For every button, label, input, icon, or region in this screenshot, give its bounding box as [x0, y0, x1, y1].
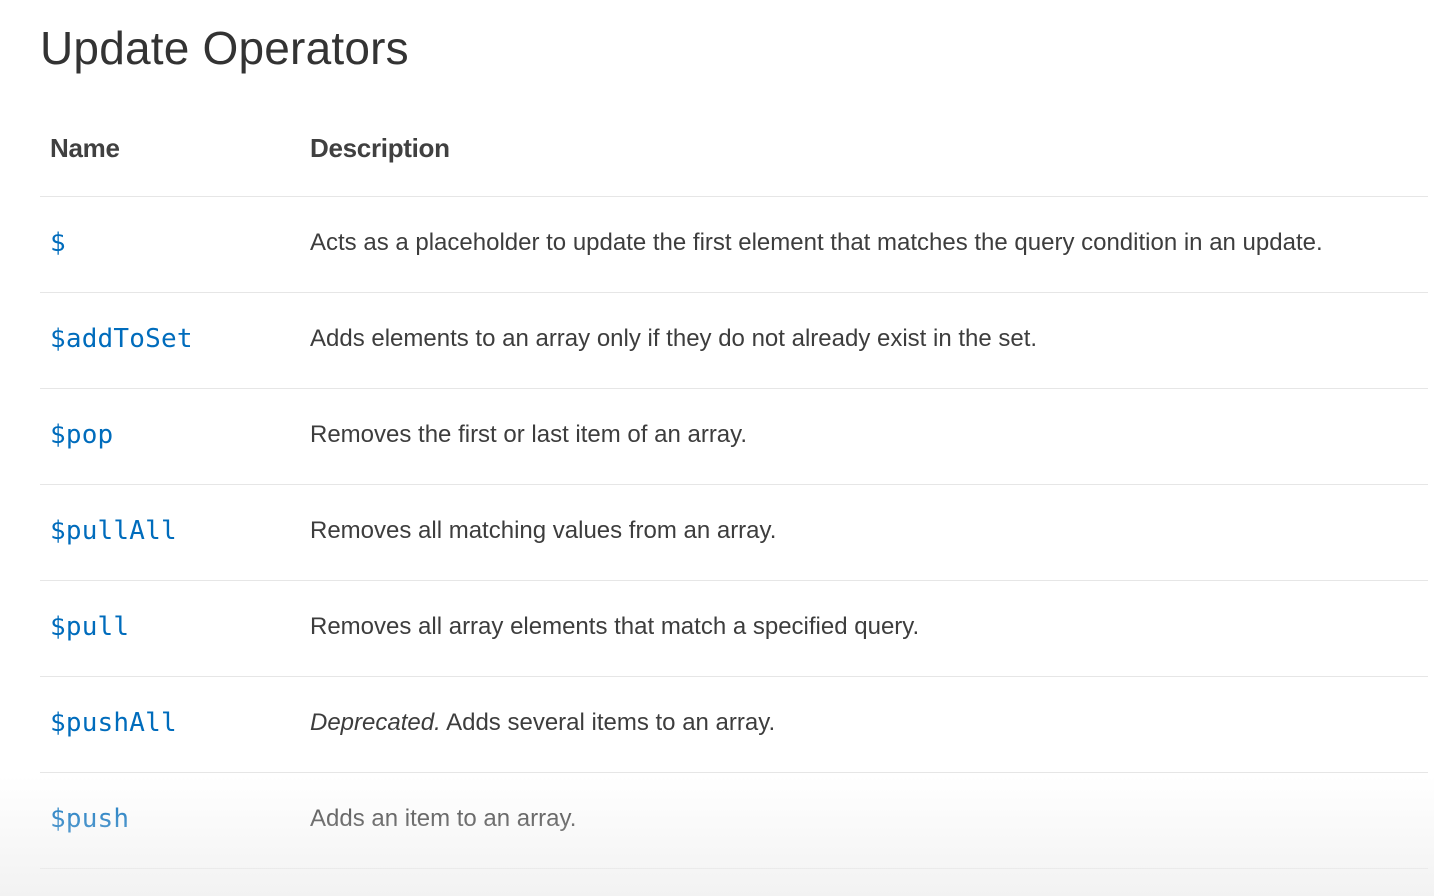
operator-link-addtoset[interactable]: $addToSet [50, 324, 193, 354]
operator-description-cell: Adds an item to an array. [300, 772, 1428, 869]
operator-description: Removes the first or last item of an arr… [310, 421, 748, 448]
operator-link-pullall[interactable]: $pullAll [50, 516, 177, 546]
table-row: $push Adds an item to an array. [40, 772, 1428, 869]
operator-link-positional[interactable]: $ [50, 228, 66, 258]
operator-name-cell: $pullAll [40, 484, 300, 581]
operator-name-cell: $ [40, 196, 300, 293]
operator-description-cell: Removes all matching values from an arra… [300, 484, 1428, 581]
operator-description-cell: Removes the first or last item of an arr… [300, 388, 1428, 485]
column-header-name: Name [40, 101, 300, 197]
operator-name-cell: $pop [40, 388, 300, 485]
table-header-row: Name Description [40, 101, 1428, 197]
operator-description: Acts as a placeholder to update the firs… [310, 229, 1323, 256]
deprecated-label: Deprecated. [310, 709, 441, 736]
operator-link-pushall[interactable]: $pushAll [50, 708, 177, 738]
operator-name-cell: $addToSet [40, 292, 300, 389]
table-row: $pullAll Removes all matching values fro… [40, 484, 1428, 581]
operator-description-cell: Adds elements to an array only if they d… [300, 292, 1428, 389]
column-header-description: Description [300, 101, 1428, 197]
operator-description: Adds several items to an array. [440, 709, 776, 736]
operator-description-cell: Deprecated. Adds several items to an arr… [300, 676, 1428, 773]
operator-description-cell: Acts as a placeholder to update the firs… [300, 196, 1428, 293]
table-row: $ Acts as a placeholder to update the fi… [40, 196, 1428, 293]
page-title: Update Operators [40, 22, 409, 74]
operator-link-pop[interactable]: $pop [50, 420, 113, 450]
operator-link-pull[interactable]: $pull [50, 612, 129, 642]
operator-description: Adds elements to an array only if they d… [310, 325, 1038, 352]
operator-link-push[interactable]: $push [50, 804, 129, 834]
operator-name-cell: $pushAll [40, 676, 300, 773]
table-row: $pushAll Deprecated. Adds several items … [40, 676, 1428, 773]
operator-description: Adds an item to an array. [310, 805, 577, 832]
table-row: $pull Removes all array elements that ma… [40, 580, 1428, 677]
operator-name-cell: $pull [40, 580, 300, 677]
operator-description-cell: Removes all array elements that match a … [300, 580, 1428, 677]
operator-name-cell: $push [40, 772, 300, 869]
table-row: $pop Removes the first or last item of a… [40, 388, 1428, 485]
operator-description: Removes all array elements that match a … [310, 613, 920, 640]
operator-description: Removes all matching values from an arra… [310, 517, 777, 544]
table-row: $addToSet Adds elements to an array only… [40, 292, 1428, 389]
update-operators-table: Name Description $ Acts as a placeholder… [40, 101, 1428, 869]
